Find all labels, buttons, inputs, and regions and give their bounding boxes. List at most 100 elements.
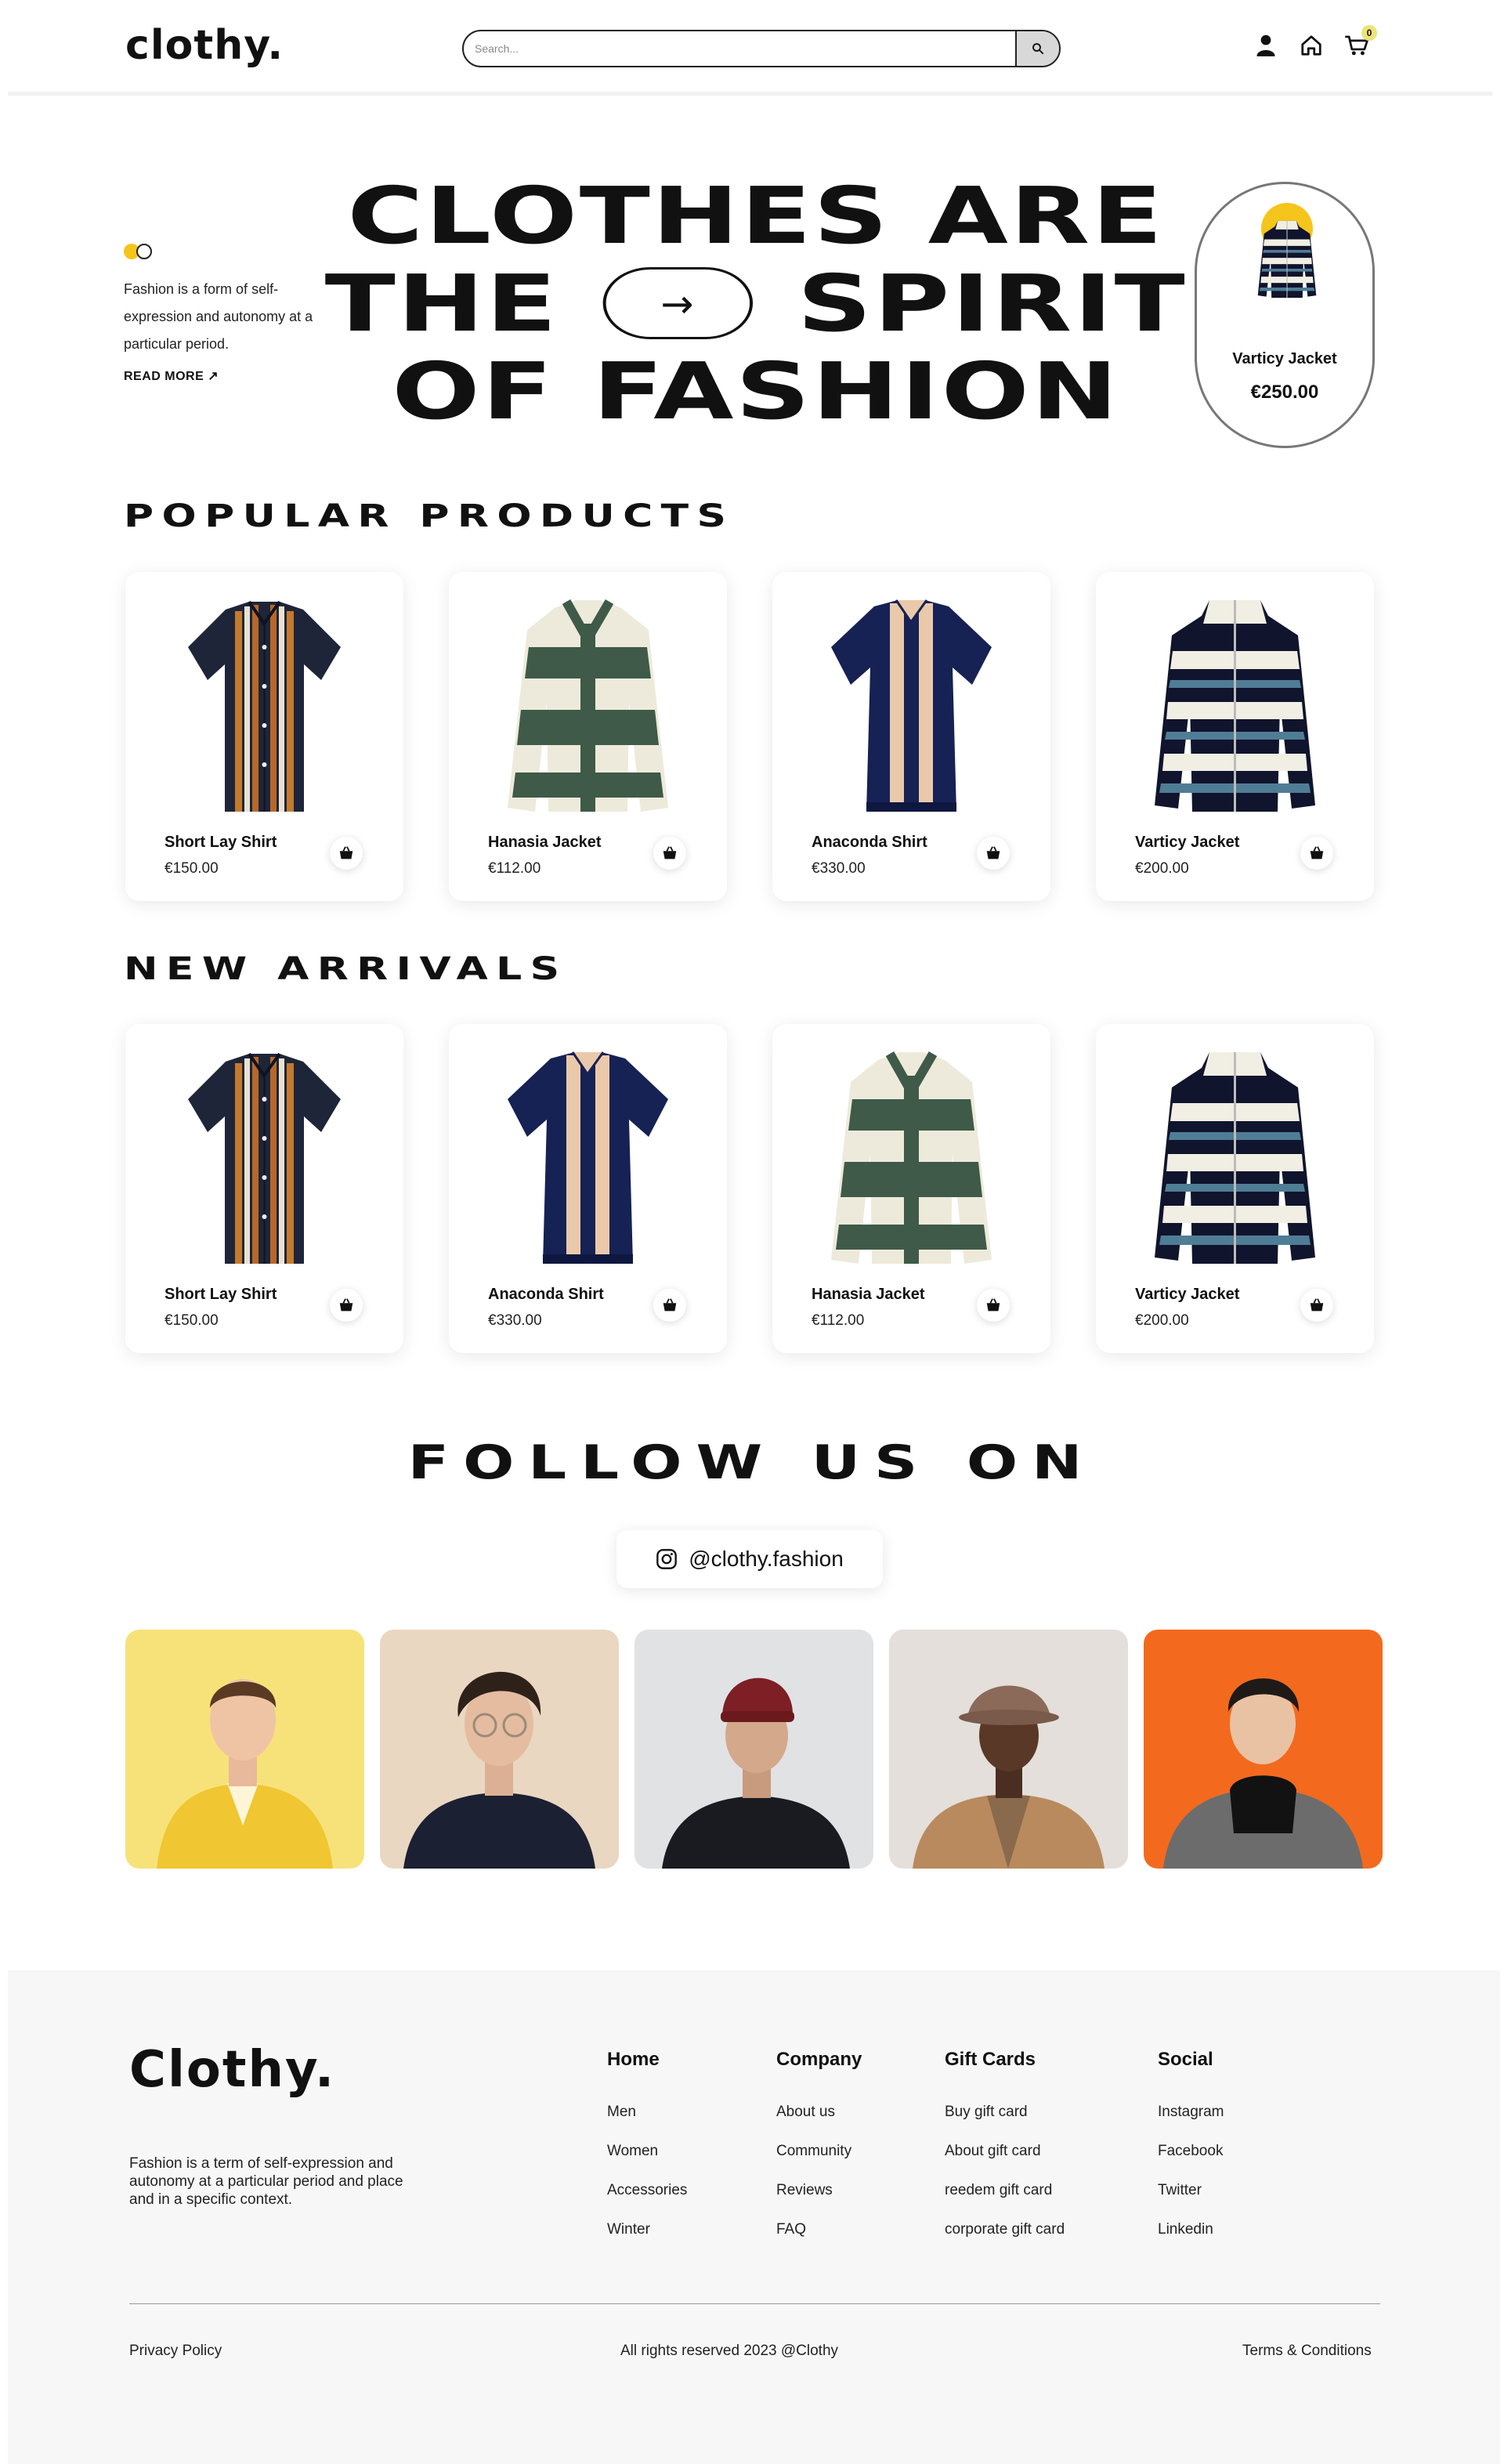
search-bar (462, 30, 1061, 67)
site-footer: Clothy. Fashion is a term of self-expres… (8, 1970, 1500, 2464)
product-card[interactable]: Short Lay Shirt €150.00 (125, 572, 403, 901)
footer-link[interactable]: Twitter (1158, 2182, 1224, 2199)
featured-product-price: €250.00 (1250, 382, 1319, 403)
hero-arrow-button[interactable]: → (602, 266, 754, 339)
footer-link[interactable]: Instagram (1158, 2104, 1224, 2121)
product-image (1127, 592, 1343, 820)
product-image (804, 592, 1019, 820)
product-card[interactable]: Short Lay Shirt €150.00 (125, 1024, 403, 1353)
product-image (804, 1044, 1019, 1272)
add-to-basket-button[interactable] (330, 1289, 363, 1322)
new-arrivals-title: NEW ARRIVALS (124, 951, 568, 987)
add-to-basket-button[interactable] (1300, 1289, 1333, 1322)
product-image (480, 1044, 696, 1272)
product-name: Short Lay Shirt (164, 834, 277, 851)
product-price: €200.00 (1135, 860, 1189, 877)
product-price: €112.00 (812, 1312, 865, 1329)
new-arrivals-grid: Short Lay Shirt €150.00 Anaconda Shirt €… (125, 1024, 1374, 1353)
headline-line-1: CLOTHES ARE (347, 170, 1165, 262)
footer-link[interactable]: reedem gift card (945, 2182, 1065, 2199)
home-button[interactable] (1299, 33, 1324, 58)
headline-line-2: THE → SPIRIT (239, 260, 1273, 348)
product-card[interactable]: Anaconda Shirt €330.00 (449, 1024, 727, 1353)
add-to-basket-button[interactable] (653, 837, 686, 870)
basket-icon (1308, 845, 1325, 862)
product-name: Varticy Jacket (1135, 834, 1240, 851)
copyright-text: All rights reserved 2023 @Clothy (620, 2343, 839, 2359)
search-button[interactable] (1015, 31, 1059, 66)
brand-logo[interactable]: clothy. (125, 22, 284, 69)
site-header: clothy. 0 (8, 0, 1492, 96)
privacy-policy-link[interactable]: Privacy Policy (129, 2343, 222, 2360)
footer-link[interactable]: About us (776, 2104, 862, 2121)
gallery-photo[interactable] (1144, 1630, 1383, 1869)
add-to-basket-button[interactable] (330, 837, 363, 870)
basket-icon (1308, 1297, 1325, 1314)
instagram-handle-button[interactable]: @clothy.fashion (616, 1530, 883, 1588)
product-name: Anaconda Shirt (488, 1286, 604, 1303)
product-card[interactable]: Hanasia Jacket €112.00 (449, 572, 727, 901)
search-icon (1032, 43, 1044, 55)
search-input[interactable] (464, 31, 1015, 66)
product-image (1127, 1044, 1343, 1272)
headline-line-3: OF FASHION (392, 346, 1120, 437)
follow-us-title: FOLLOW US ON (407, 1435, 1097, 1490)
gallery-photo[interactable] (634, 1630, 873, 1869)
add-to-basket-button[interactable] (1300, 837, 1333, 870)
footer-link[interactable]: Facebook (1158, 2143, 1224, 2160)
footer-link[interactable]: About gift card (945, 2143, 1065, 2160)
gallery-photo[interactable] (380, 1630, 619, 1869)
account-button[interactable] (1253, 33, 1278, 58)
home-icon (1301, 35, 1321, 56)
product-price: €330.00 (812, 860, 866, 877)
footer-column-gift-cards: Gift Cards Buy gift card About gift card… (945, 2049, 1065, 2260)
product-card[interactable]: Anaconda Shirt €330.00 (772, 572, 1050, 901)
featured-product-name: Varticy Jacket (1232, 350, 1337, 367)
user-icon (1256, 34, 1275, 56)
read-more-link[interactable]: READ MORE ↗ (124, 368, 219, 384)
footer-logo[interactable]: Clothy. (129, 2041, 335, 2099)
footer-link[interactable]: Women (607, 2143, 687, 2160)
header-icons: 0 (1253, 25, 1377, 58)
product-card[interactable]: Varticy Jacket €200.00 (1096, 1024, 1374, 1353)
footer-link[interactable]: Community (776, 2143, 862, 2160)
footer-column-title: Home (607, 2049, 660, 2070)
product-image (157, 592, 372, 820)
footer-column-title: Gift Cards (945, 2049, 1036, 2070)
footer-column-company: Company About us Community Reviews FAQ (776, 2049, 862, 2260)
footer-link[interactable]: Buy gift card (945, 2104, 1065, 2121)
terms-link[interactable]: Terms & Conditions (1242, 2343, 1372, 2360)
product-image (157, 1044, 372, 1272)
product-name: Short Lay Shirt (164, 1286, 277, 1303)
footer-link[interactable]: Accessories (607, 2182, 687, 2199)
cart-button[interactable]: 0 (1344, 25, 1377, 58)
footer-link[interactable]: Linkedin (1158, 2221, 1224, 2238)
headline-word-the: THE (324, 258, 559, 349)
footer-link[interactable]: corporate gift card (945, 2221, 1065, 2238)
basket-icon (661, 845, 678, 862)
product-image (480, 592, 696, 820)
gallery-photo[interactable] (125, 1630, 364, 1869)
product-card[interactable]: Varticy Jacket €200.00 (1096, 572, 1374, 901)
add-to-basket-button[interactable] (977, 837, 1010, 870)
basket-icon (661, 1297, 678, 1314)
add-to-basket-button[interactable] (977, 1289, 1010, 1322)
product-price: €150.00 (164, 860, 219, 877)
featured-product-card[interactable]: Varticy Jacket €250.00 (1195, 182, 1375, 448)
add-to-basket-button[interactable] (653, 1289, 686, 1322)
gallery-photo[interactable] (889, 1630, 1128, 1869)
cart-count-badge: 0 (1361, 25, 1377, 41)
footer-link[interactable]: Men (607, 2104, 687, 2121)
hero-headline: CLOTHES ARE THE → SPIRIT OF FASHION (239, 172, 1273, 436)
footer-link[interactable]: Winter (607, 2221, 687, 2238)
footer-link[interactable]: FAQ (776, 2221, 862, 2238)
product-name: Hanasia Jacket (488, 834, 602, 851)
footer-column-home: Home Men Women Accessories Winter (607, 2049, 687, 2260)
product-card[interactable]: Hanasia Jacket €112.00 (772, 1024, 1050, 1353)
popular-products-title: POPULAR PRODUCTS (124, 498, 735, 534)
product-price: €150.00 (164, 1312, 219, 1329)
product-name: Hanasia Jacket (812, 1286, 925, 1303)
basket-icon (985, 845, 1002, 862)
slider-dot[interactable] (136, 244, 152, 259)
footer-link[interactable]: Reviews (776, 2182, 862, 2199)
